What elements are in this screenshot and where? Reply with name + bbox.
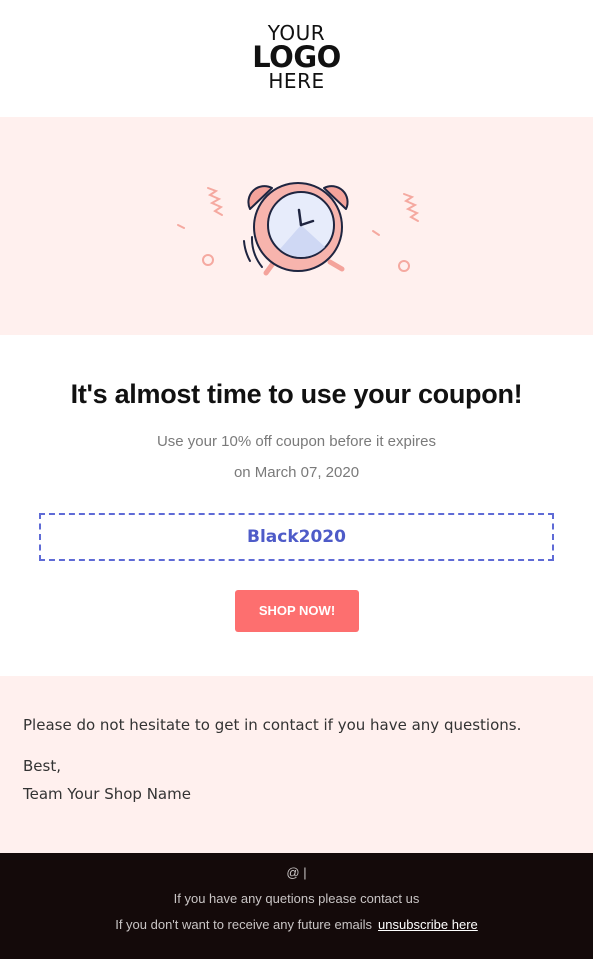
unsubscribe-prefix: If you don't want to receive any future …: [115, 917, 373, 932]
footer-unsubscribe-line: If you don't want to receive any future …: [0, 917, 593, 932]
logo: YOUR LOGO HERE: [0, 22, 593, 92]
logo-line-3: HERE: [268, 69, 325, 93]
expiry-date: on March 07, 2020: [233, 464, 360, 481]
coupon-section: It's almost time to use your coupon! Use…: [0, 335, 593, 676]
coupon-description: Use your 10% off coupon before it expire…: [156, 433, 437, 450]
email-header: YOUR LOGO HERE: [0, 0, 593, 117]
shop-now-button[interactable]: SHOP NOW!: [235, 590, 359, 632]
page-title: It's almost time to use your coupon!: [70, 379, 523, 409]
hero-banner: [0, 117, 593, 335]
coupon-code[interactable]: Black2020: [41, 515, 552, 559]
contact-message: Please do not hesitate to get in contact…: [23, 716, 522, 734]
footer-at-line: @ |: [286, 865, 307, 880]
unsubscribe-link[interactable]: unsubscribe here: [378, 917, 478, 932]
alarm-clock-icon: [177, 182, 420, 276]
closing-message: Please do not hesitate to get in contact…: [0, 676, 593, 853]
signature: Team Your Shop Name: [23, 785, 191, 803]
email-footer: @ | If you have any quetions please cont…: [0, 853, 593, 959]
logo-line-2: LOGO: [252, 40, 341, 74]
signoff: Best,: [23, 757, 61, 775]
footer-contact-line: If you have any quetions please contact …: [173, 891, 420, 906]
coupon-box: Black2020: [39, 513, 554, 561]
